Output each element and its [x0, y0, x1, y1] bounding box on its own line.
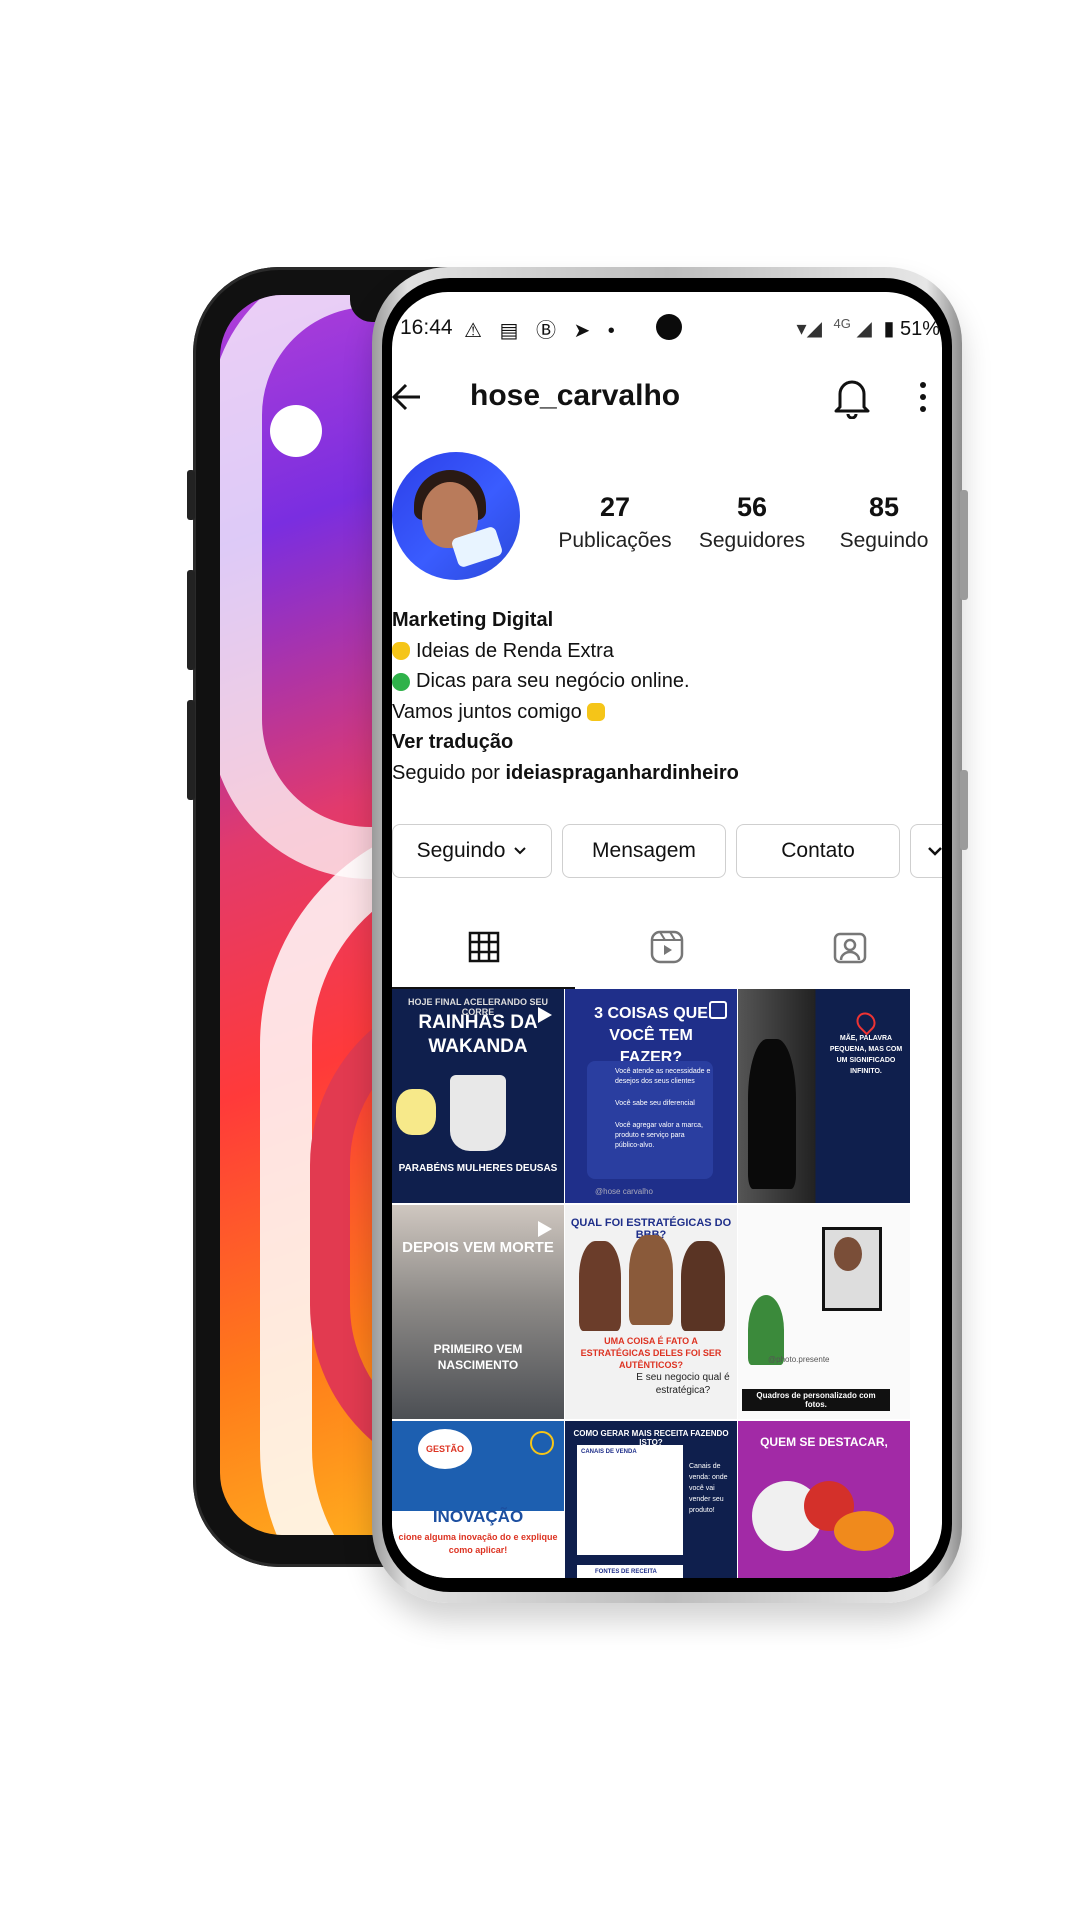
back-phone-button [187, 570, 195, 670]
profile-bio: Marketing Digital Ideias de Renda Extra … [392, 605, 932, 788]
profile-header: hose_carvalho [392, 367, 942, 427]
stat-followers[interactable]: 56 Seguidores [694, 492, 810, 553]
back-phone-button [187, 470, 195, 520]
notification-icons: ⚠ ▤ Ⓑ ➤ • [464, 320, 621, 342]
following-button[interactable]: Seguindo [392, 824, 552, 878]
profile-avatar[interactable] [392, 452, 520, 580]
chevron-down-icon [928, 847, 942, 856]
stat-posts-label: Publicações [558, 529, 672, 552]
signal-icon: ◢ [856, 318, 872, 340]
following-button-label: Seguindo [416, 839, 506, 862]
followed-by-prefix: Seguido por [392, 761, 500, 784]
profile-tabs [392, 907, 942, 989]
bio-line-2: Dicas para seu negócio online. [416, 670, 690, 692]
network-type: 4G [833, 316, 851, 331]
followed-by-user: ideiaspraganhardinheiro [505, 761, 739, 784]
tagged-icon [833, 932, 866, 964]
power-button [960, 770, 968, 850]
money-face-icon [392, 672, 410, 691]
post-tile[interactable]: GESTÃO INOVAÇÃO cione alguma inovação do… [392, 1421, 564, 1578]
bio-line-3: Vamos juntos comigo [392, 700, 582, 723]
lightbulb-icon [392, 642, 410, 661]
message-button-label: Mensagem [592, 839, 696, 862]
contact-button-label: Contato [781, 839, 855, 862]
post-tile[interactable]: MÃE, PALAVRA PEQUENA, MAS COM UM SIGNIFI… [738, 989, 910, 1203]
post-tile[interactable]: COMO GERAR MAIS RECEITA FAZENDO ISTO? CA… [565, 1421, 737, 1578]
heart-icon [852, 1008, 880, 1036]
bio-line-1: Ideias de Renda Extra [416, 639, 614, 662]
translate-link[interactable]: Ver tradução [392, 727, 932, 758]
tab-reels[interactable] [575, 907, 758, 987]
bio-category: Marketing Digital [392, 609, 554, 631]
reels-icon [650, 930, 683, 964]
status-right: ▾◢ 4G ◢ ▮ 51% [797, 316, 940, 341]
stat-following[interactable]: 85 Seguindo [828, 492, 940, 553]
pointing-down-icon [587, 703, 606, 722]
back-phone-button [187, 700, 195, 800]
stat-followers-count: 56 [736, 492, 768, 522]
contact-button[interactable]: Contato [736, 824, 900, 878]
video-play-icon [538, 1007, 552, 1023]
profile-username: hose_carvalho [470, 379, 681, 412]
more-options-icon[interactable] [916, 377, 930, 417]
post-tile[interactable]: DEPOIS VEM MORTE PRIMEIRO VEM NASCIMENTO [392, 1205, 564, 1419]
volume-button [960, 490, 968, 600]
grid-icon [468, 931, 499, 963]
battery-icon: ▮ [883, 318, 895, 340]
back-arrow-icon[interactable] [392, 377, 436, 417]
stat-following-count: 85 [868, 492, 900, 522]
carousel-icon [709, 1001, 727, 1019]
stat-followers-label: Seguidores [698, 529, 806, 552]
status-time: 16:44 [400, 316, 453, 339]
post-tile[interactable]: HOJE FINAL ACELERANDO SEU CORRE RAINHAS … [392, 989, 564, 1203]
trophy-icon [450, 1075, 506, 1151]
instagram-profile-screen: 16:44 ⚠ ▤ Ⓑ ➤ • ▾◢ 4G ◢ ▮ 51% hose_carva… [392, 292, 942, 1578]
message-button[interactable]: Mensagem [562, 824, 726, 878]
chevron-down-icon [514, 847, 527, 855]
front-camera [656, 314, 682, 340]
stat-posts-count: 27 [599, 492, 631, 522]
tab-tagged[interactable] [758, 907, 941, 987]
followed-by[interactable]: Seguido por ideiaspraganhardinheiro [392, 758, 932, 789]
post-tile[interactable]: QUEM SE DESTACAR, [738, 1421, 910, 1578]
signal-icon: ▾◢ [796, 318, 822, 340]
post-tile[interactable]: @photo.presente Quadros de personalizado… [738, 1205, 910, 1419]
tab-posts[interactable] [392, 907, 575, 989]
stat-posts[interactable]: 27 Publicações [557, 492, 673, 553]
video-play-icon [538, 1221, 552, 1237]
post-tile[interactable]: QUAL FOI ESTRATÉGICAS DO BBB? UMA COISA … [565, 1205, 737, 1419]
suggestions-button[interactable] [910, 824, 942, 878]
stat-following-label: Seguindo [839, 529, 929, 552]
battery-level: 51% [899, 318, 940, 340]
bell-icon[interactable] [832, 375, 872, 419]
post-tile[interactable]: 3 COISAS QUE VOCÊ TEM FAZER? Você atende… [565, 989, 737, 1203]
